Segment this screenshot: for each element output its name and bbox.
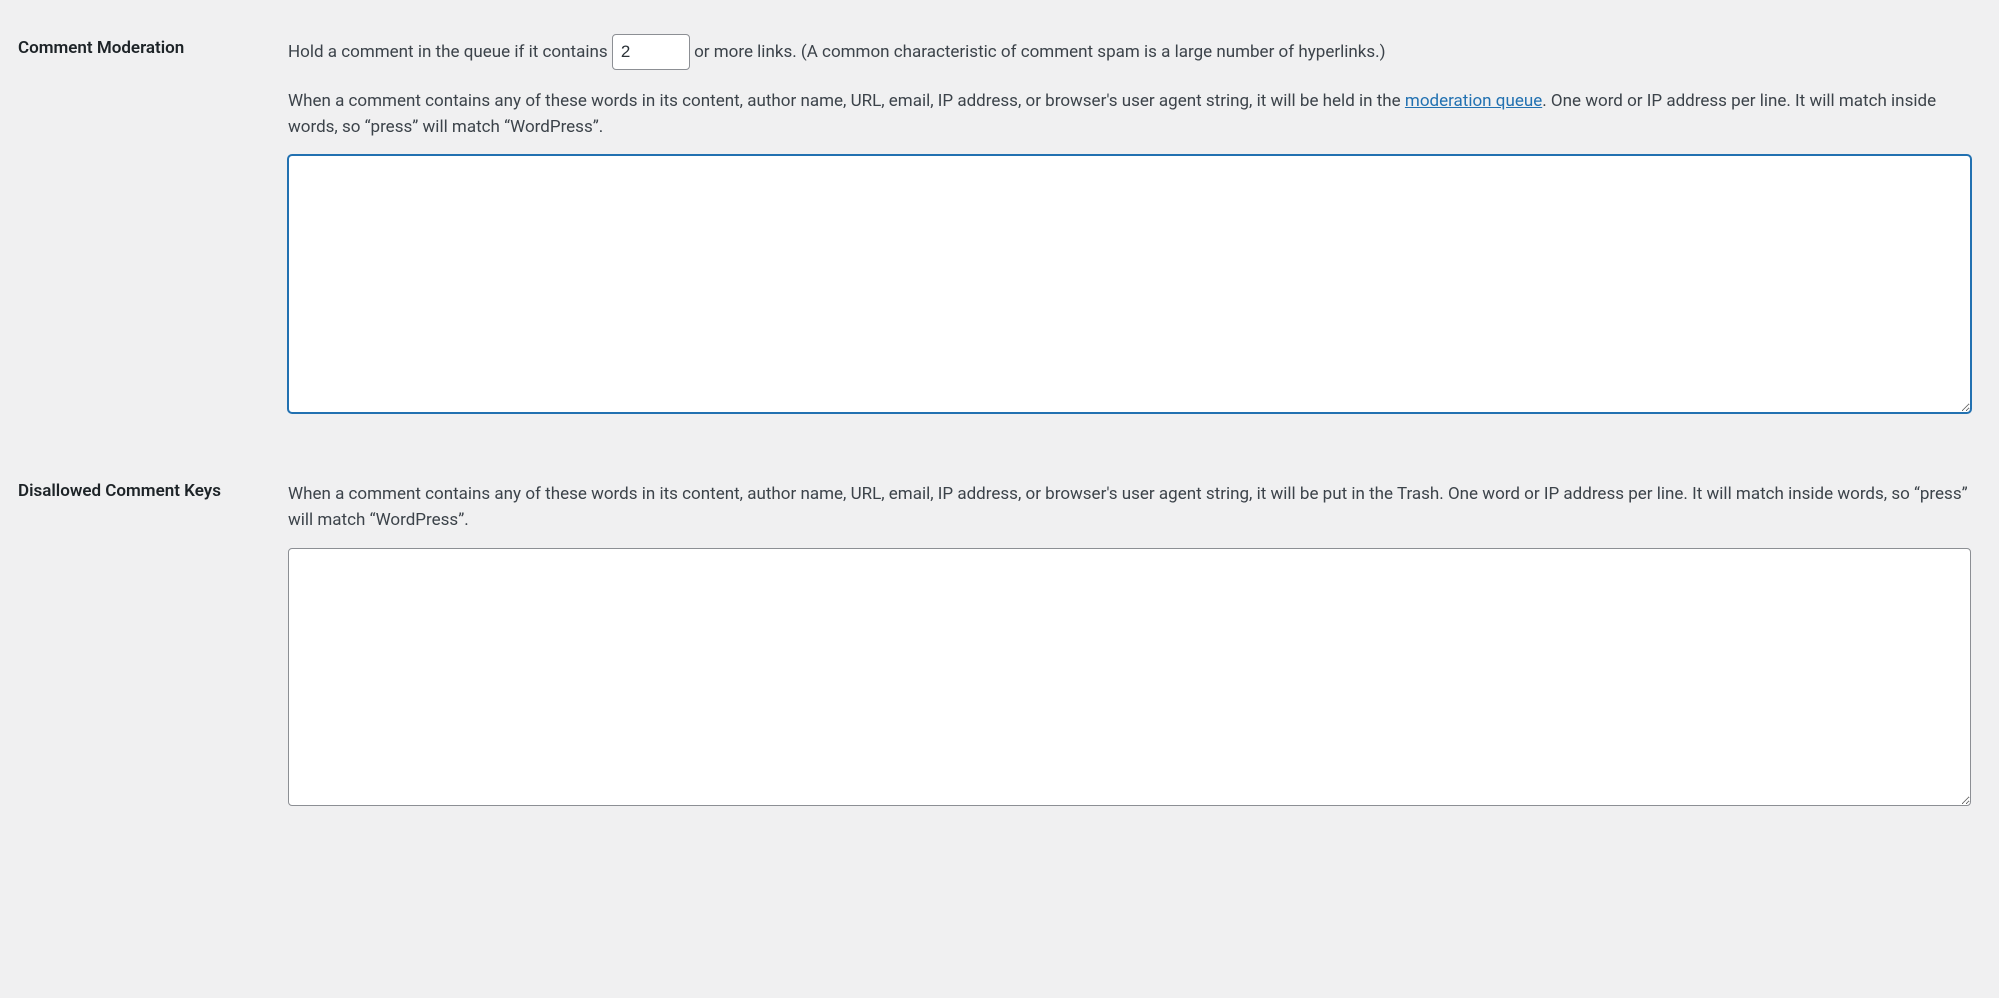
hold-comment-post: or more links. (A common characteristic … [694,42,1386,62]
disallowed-keys-row: Disallowed Comment Keys When a comment c… [18,441,1981,834]
disallowed-description: When a comment contains any of these wor… [288,481,1971,534]
hold-comment-line: Hold a comment in the queue if it contai… [288,34,1971,70]
moderation-queue-link[interactable]: moderation queue [1405,91,1542,111]
disallowed-keys-heading: Disallowed Comment Keys [18,481,221,501]
moderation-keys-textarea[interactable] [288,155,1971,413]
discussion-settings-table: Comment Moderation Hold a comment in the… [18,28,1981,834]
max-links-input[interactable] [612,34,690,70]
disallowed-keys-textarea[interactable] [288,548,1971,806]
comment-moderation-row: Comment Moderation Hold a comment in the… [18,28,1981,441]
comment-moderation-heading: Comment Moderation [18,38,184,58]
hold-comment-pre: Hold a comment in the queue if it contai… [288,42,612,62]
moderation-description: When a comment contains any of these wor… [288,88,1971,141]
moderation-desc-pre: When a comment contains any of these wor… [288,91,1405,111]
